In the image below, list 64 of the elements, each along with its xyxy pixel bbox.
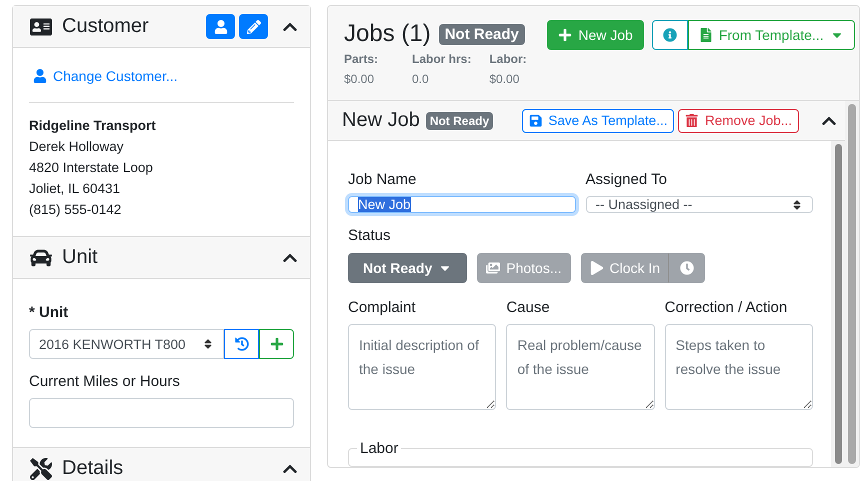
customer-company: Ridgeline Transport xyxy=(29,117,157,135)
section-title: Unit xyxy=(62,246,99,269)
customer-contact: Derek Holloway xyxy=(29,138,125,156)
tools-icon xyxy=(30,458,52,480)
field-label: Complaint xyxy=(348,299,417,316)
field-label: Correction / Action xyxy=(664,299,788,316)
unit-select[interactable]: 2016 KENWORTH T800 xyxy=(29,329,224,359)
history-button[interactable] xyxy=(224,329,259,359)
from-template-button[interactable]: From Template... xyxy=(688,20,855,50)
plus-icon xyxy=(558,28,572,42)
total-value: $0.00 xyxy=(489,72,520,86)
field-label: Current Miles or Hours xyxy=(29,373,181,390)
status-dropdown-button[interactable]: Not Ready xyxy=(348,253,468,283)
job-title: New Job xyxy=(342,109,420,132)
change-customer-link[interactable]: Change Customer... xyxy=(33,68,178,84)
edit-customer-button[interactable] xyxy=(239,14,268,39)
status-badge: Not Ready xyxy=(438,24,525,44)
total-label: Labor hrs: xyxy=(412,52,472,66)
field-label: Cause xyxy=(506,299,551,316)
field-label: Status xyxy=(348,227,392,244)
images-icon xyxy=(486,261,500,275)
save-template-button[interactable]: Save As Template... xyxy=(522,108,674,132)
info-button[interactable] xyxy=(652,20,688,50)
job-name-field[interactable]: New Job xyxy=(348,196,576,213)
customer-address: 4820 Interstate Loop xyxy=(29,159,154,177)
field-label: Job Name xyxy=(348,171,418,188)
pencil-icon xyxy=(246,20,260,34)
user-icon xyxy=(214,20,228,34)
remove-job-button[interactable]: Remove Job... xyxy=(678,108,799,132)
field-label: Assigned To xyxy=(586,171,668,188)
scrollbar[interactable] xyxy=(831,141,845,467)
play-icon xyxy=(590,261,604,275)
fieldset-legend: Labor xyxy=(357,440,402,457)
total-label: Parts: xyxy=(344,52,380,66)
assigned-select[interactable]: -- Unassigned -- xyxy=(586,196,813,213)
notes-field[interactable]: Steps taken to resolve the issue xyxy=(664,324,813,410)
field-label: * Unit xyxy=(29,304,70,321)
total-value: 0.0 xyxy=(412,72,430,86)
document-icon xyxy=(698,28,713,42)
total-value: $0.00 xyxy=(344,72,376,86)
section-title: Details xyxy=(62,457,124,480)
customer-city: Joliet, IL 60431 xyxy=(29,180,122,198)
status-badge: Not Ready xyxy=(426,112,494,130)
user-icon xyxy=(33,69,47,83)
new-job-button[interactable]: New Job xyxy=(547,20,644,50)
miles-input-field[interactable] xyxy=(29,398,294,428)
sort-icon xyxy=(202,338,214,350)
add-unit-button[interactable] xyxy=(259,329,294,359)
trash-icon xyxy=(685,114,699,128)
save-icon xyxy=(528,114,542,128)
history-icon xyxy=(234,337,248,351)
id-card-icon xyxy=(30,16,52,38)
notes-field[interactable]: Real problem/cause of the issue xyxy=(506,324,655,410)
jobs-title: Jobs (1) xyxy=(344,20,431,48)
scrollbar[interactable] xyxy=(845,101,859,467)
select-customer-button[interactable] xyxy=(206,14,235,39)
plus-icon xyxy=(270,337,284,351)
customer-phone: (815) 555-0142 xyxy=(29,201,122,219)
total-label: Labor: xyxy=(489,52,528,66)
notes-field[interactable]: Initial description of the issue xyxy=(348,324,496,410)
clock-icon xyxy=(680,261,694,275)
info-icon xyxy=(662,28,677,42)
sort-icon xyxy=(791,198,803,210)
section-title: Customer xyxy=(62,15,150,38)
